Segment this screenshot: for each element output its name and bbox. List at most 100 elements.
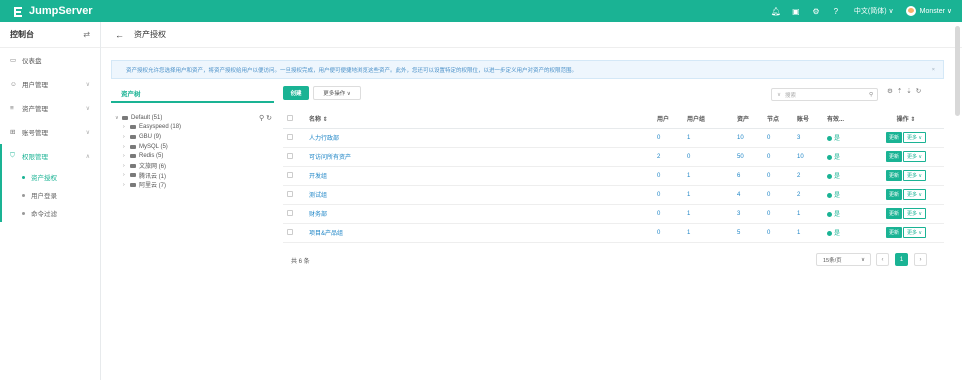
- nodes-count[interactable]: 0: [763, 166, 793, 186]
- assets-count[interactable]: 5: [733, 223, 763, 243]
- bell-icon[interactable]: 🔔︎: [766, 7, 786, 16]
- tree-node-root[interactable]: ∨ Default (51): [115, 113, 274, 123]
- sidebar-subitem-user-login[interactable]: 用户登录: [2, 186, 100, 204]
- accounts-count[interactable]: 1: [793, 204, 823, 224]
- user-groups-count[interactable]: 0: [683, 147, 733, 167]
- more-dropdown-button[interactable]: 更多 ∨: [902, 208, 927, 219]
- tab-asset-tree[interactable]: 资产树: [111, 88, 274, 103]
- row-checkbox[interactable]: [287, 172, 293, 179]
- user-groups-count[interactable]: 1: [683, 204, 733, 224]
- accounts-count[interactable]: 1: [793, 223, 823, 243]
- tree-node[interactable]: › 阿里云 (7): [115, 180, 274, 190]
- accounts-count[interactable]: 10: [793, 147, 823, 167]
- search-icon[interactable]: ⚲: [869, 92, 873, 98]
- upload-icon[interactable]: ⇡: [897, 87, 902, 95]
- page-number-button[interactable]: 1: [895, 253, 908, 266]
- permission-name-link[interactable]: 测试组: [305, 185, 653, 205]
- more-actions-button[interactable]: 更多操作 ∨: [313, 86, 361, 100]
- sidebar-item-dashboard[interactable]: ▭ 仪表盘: [0, 48, 100, 72]
- accounts-count[interactable]: 2: [793, 166, 823, 186]
- nodes-count[interactable]: 0: [763, 185, 793, 205]
- update-button[interactable]: 更新: [885, 151, 902, 162]
- more-dropdown-button[interactable]: 更多 ∨: [902, 151, 927, 162]
- assets-count[interactable]: 4: [733, 185, 763, 205]
- users-count[interactable]: 0: [653, 185, 683, 205]
- refresh-icon[interactable]: ↻: [266, 115, 272, 122]
- nodes-count[interactable]: 0: [763, 147, 793, 167]
- tree-node[interactable]: › Easyspeed (18): [115, 123, 274, 133]
- assets-count[interactable]: 6: [733, 166, 763, 186]
- assets-count[interactable]: 50: [733, 147, 763, 167]
- sidebar-item-assets[interactable]: ≡ 资产管理 ∨: [0, 96, 100, 120]
- user-menu[interactable]: Monster ∨: [920, 7, 952, 15]
- users-count[interactable]: 0: [653, 166, 683, 186]
- row-checkbox[interactable]: [287, 210, 293, 217]
- tree-node[interactable]: › MySQL (5): [115, 142, 274, 152]
- row-checkbox[interactable]: [287, 153, 293, 160]
- terminal-icon[interactable]: ▣: [786, 7, 806, 16]
- update-button[interactable]: 更新: [885, 208, 902, 219]
- permission-name-link[interactable]: 可访问所有资产: [305, 147, 653, 167]
- language-selector[interactable]: 中文(简体) ∨: [854, 6, 894, 16]
- nodes-count[interactable]: 0: [763, 204, 793, 224]
- create-button[interactable]: 创建: [283, 86, 309, 100]
- accounts-count[interactable]: 2: [793, 185, 823, 205]
- more-dropdown-button[interactable]: 更多 ∨: [902, 170, 927, 181]
- update-button[interactable]: 更新: [885, 132, 902, 143]
- nodes-count[interactable]: 0: [763, 128, 793, 148]
- page-size-select[interactable]: 15条/页 ∨: [816, 253, 871, 266]
- assets-count[interactable]: 10: [733, 128, 763, 148]
- avatar[interactable]: [905, 6, 916, 16]
- search-input[interactable]: ∨ 搜索 ⚲: [771, 88, 878, 101]
- permission-name-link[interactable]: 财务部: [305, 204, 653, 224]
- more-dropdown-button[interactable]: 更多 ∨: [902, 227, 927, 238]
- nodes-count[interactable]: 0: [763, 223, 793, 243]
- tree-node[interactable]: › Redis (5): [115, 151, 274, 161]
- update-button[interactable]: 更新: [885, 170, 902, 181]
- tree-node[interactable]: › GBU (9): [115, 132, 274, 142]
- sidebar-subitem-command-filter[interactable]: 命令过滤: [2, 204, 100, 222]
- permission-name-link[interactable]: 人力行政部: [305, 128, 653, 148]
- row-checkbox[interactable]: [287, 229, 293, 236]
- user-groups-count[interactable]: 1: [683, 185, 733, 205]
- accounts-count[interactable]: 3: [793, 128, 823, 148]
- settings-icon[interactable]: ⚙: [887, 87, 893, 95]
- assets-count[interactable]: 3: [733, 204, 763, 224]
- users-count[interactable]: 0: [653, 204, 683, 224]
- sidebar-subitem-asset-permission[interactable]: 资产授权: [2, 168, 100, 186]
- users-count[interactable]: 0: [653, 223, 683, 243]
- select-all-checkbox[interactable]: [287, 115, 293, 122]
- scrollbar[interactable]: [955, 26, 960, 116]
- permission-name-link[interactable]: 开发组: [305, 166, 653, 186]
- users-count[interactable]: 0: [653, 128, 683, 148]
- update-button[interactable]: 更新: [885, 227, 902, 238]
- tree-node[interactable]: › 腾讯云 (1): [115, 171, 274, 181]
- gear-icon[interactable]: ⚙: [806, 7, 826, 16]
- next-page-button[interactable]: ›: [914, 253, 927, 266]
- more-dropdown-button[interactable]: 更多 ∨: [902, 132, 927, 143]
- update-button[interactable]: 更新: [885, 189, 902, 200]
- sidebar-item-users[interactable]: ☺ 用户管理 ∨: [0, 72, 100, 96]
- sidebar-item-permissions[interactable]: ⛉ 权限管理 ∧: [2, 144, 100, 168]
- brand[interactable]: JumpServer: [0, 5, 240, 17]
- row-checkbox[interactable]: [287, 134, 293, 141]
- user-groups-count[interactable]: 1: [683, 128, 733, 148]
- back-arrow-icon[interactable]: ←: [115, 30, 124, 40]
- column-header[interactable]: 有效...: [823, 110, 868, 129]
- help-icon[interactable]: ?: [826, 7, 846, 16]
- close-icon[interactable]: ×: [932, 67, 935, 73]
- permission-name-link[interactable]: 项目&产品组: [305, 223, 653, 243]
- user-groups-count[interactable]: 1: [683, 166, 733, 186]
- prev-page-button[interactable]: ‹: [876, 253, 889, 266]
- search-icon[interactable]: ⚲: [259, 115, 264, 122]
- tree-node[interactable]: › 文旅网 (6): [115, 161, 274, 171]
- switch-icon[interactable]: ⇄: [83, 30, 90, 39]
- refresh-icon[interactable]: ↻: [916, 87, 921, 95]
- row-checkbox[interactable]: [287, 191, 293, 198]
- download-icon[interactable]: ⇣: [906, 87, 911, 95]
- column-header[interactable]: 名称 ⇕: [305, 110, 653, 129]
- user-groups-count[interactable]: 1: [683, 223, 733, 243]
- users-count[interactable]: 2: [653, 147, 683, 167]
- more-dropdown-button[interactable]: 更多 ∨: [902, 189, 927, 200]
- sidebar-item-accounts[interactable]: ⊞ 账号管理 ∨: [0, 120, 100, 144]
